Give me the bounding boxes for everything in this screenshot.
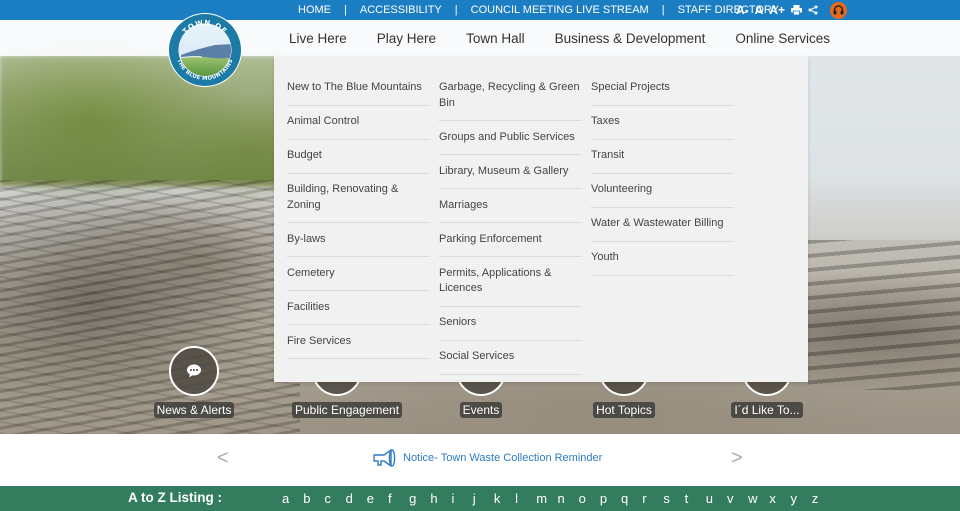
a-to-z-letter-m[interactable]: m (536, 491, 557, 506)
a-to-z-letter-b[interactable]: b (303, 491, 324, 506)
utility-tools: A- A A+ (736, 0, 848, 20)
menu-link-fire-services[interactable]: Fire Services (287, 325, 429, 359)
share-icon[interactable] (808, 5, 818, 15)
a-to-z-letter-p[interactable]: p (600, 491, 621, 506)
nav-item-business-development[interactable]: Business & Development (555, 31, 706, 46)
a-to-z-letter-c[interactable]: c (324, 491, 345, 506)
a-to-z-letter-z[interactable]: z (812, 491, 833, 506)
a-to-z-letter-r[interactable]: r (642, 491, 663, 506)
menu-link-animal-control[interactable]: Animal Control (287, 106, 429, 140)
utility-link-accessibility[interactable]: ACCESSIBILITY (360, 4, 442, 16)
a-to-z-letter-l[interactable]: l (515, 491, 536, 506)
a-to-z-letter-w[interactable]: w (748, 491, 769, 506)
live-here-mega-menu: New to The Blue Mountains Animal Control… (274, 56, 808, 382)
a-to-z-letter-e[interactable]: e (367, 491, 388, 506)
utility-link-home[interactable]: HOME (298, 4, 331, 16)
a-to-z-letter-s[interactable]: s (663, 491, 684, 506)
menu-link-cemetery[interactable]: Cemetery (287, 257, 429, 291)
normal-text-button[interactable]: A (755, 0, 764, 20)
separator: | (454, 4, 458, 16)
menu-link-garbage-recycling[interactable]: Garbage, Recycling & Green Bin (439, 72, 581, 121)
a-to-z-letter-y[interactable]: y (791, 491, 812, 506)
nav-item-play-here[interactable]: Play Here (377, 31, 436, 46)
menu-link-by-laws[interactable]: By-laws (287, 223, 429, 257)
menu-link-youth[interactable]: Youth (591, 242, 733, 276)
utility-link-live-stream[interactable]: COUNCIL MEETING LIVE STREAM (471, 4, 649, 16)
quick-link-label: Public Engagement (292, 402, 403, 418)
notice-prev-button[interactable]: < (217, 448, 229, 468)
a-to-z-letter-i[interactable]: i (452, 491, 473, 506)
a-to-z-letter-a[interactable]: a (282, 491, 303, 506)
notice-item[interactable]: Notice- Town Waste Collection Reminder (372, 448, 602, 468)
quick-link-news-alerts[interactable]: News & Alerts (149, 346, 239, 419)
listen-headphones-button[interactable] (830, 1, 848, 19)
nav-item-live-here[interactable]: Live Here (289, 31, 347, 46)
quick-link-label: News & Alerts (153, 402, 235, 418)
menu-link-social-services[interactable]: Social Services (439, 341, 581, 375)
a-to-z-letter-q[interactable]: q (621, 491, 642, 506)
increase-text-button[interactable]: A+ (769, 0, 785, 20)
separator: | (661, 4, 665, 16)
a-to-z-letter-d[interactable]: d (346, 491, 367, 506)
a-to-z-letter-h[interactable]: h (430, 491, 451, 506)
menu-column-3: Special Projects Taxes Transit Volunteer… (591, 72, 733, 276)
menu-link-new-to-tbm[interactable]: New to The Blue Mountains (287, 72, 429, 106)
nav-item-town-hall[interactable]: Town Hall (466, 31, 525, 46)
separator: | (344, 4, 347, 16)
menu-link-transit[interactable]: Transit (591, 140, 733, 174)
menu-link-permits-licences[interactable]: Permits, Applications & Licences (439, 257, 581, 307)
a-to-z-letters: abcdefghijklmnopqrstuvwxyz (282, 491, 833, 506)
a-to-z-letter-t[interactable]: t (685, 491, 706, 506)
quick-link-label: I´d Like To... (731, 402, 803, 418)
a-to-z-letter-k[interactable]: k (494, 491, 515, 506)
quick-link-label: Events (459, 402, 503, 418)
town-logo[interactable]: TOWN OF THE BLUE MOUNTAINS (167, 11, 243, 89)
a-to-z-letter-f[interactable]: f (388, 491, 409, 506)
menu-link-marriages[interactable]: Marriages (439, 189, 581, 223)
a-to-z-letter-o[interactable]: o (579, 491, 600, 506)
main-navigation: Live Here Play Here Town Hall Business &… (0, 20, 960, 56)
quick-link-label: Hot Topics (593, 402, 655, 418)
chat-bubble-icon (187, 364, 201, 378)
notice-next-button[interactable]: > (731, 448, 743, 468)
menu-column-2: Garbage, Recycling & Green Bin Groups an… (439, 72, 581, 375)
utility-bar: HOME | ACCESSIBILITY | COUNCIL MEETING L… (0, 0, 960, 20)
menu-link-building-zoning[interactable]: Building, Renovating & Zoning (287, 174, 429, 223)
menu-link-water-billing[interactable]: Water & Wastewater Billing (591, 208, 733, 242)
menu-link-facilities[interactable]: Facilities (287, 291, 429, 325)
menu-link-special-projects[interactable]: Special Projects (591, 72, 733, 106)
a-to-z-letter-u[interactable]: u (706, 491, 727, 506)
notice-link[interactable]: Notice- Town Waste Collection Reminder (403, 452, 602, 464)
menu-link-library-museum[interactable]: Library, Museum & Gallery (439, 155, 581, 189)
print-icon[interactable] (791, 5, 803, 15)
megaphone-icon (373, 449, 396, 467)
nav-item-online-services[interactable]: Online Services (735, 31, 830, 46)
menu-column-1: New to The Blue Mountains Animal Control… (287, 72, 429, 359)
a-to-z-letter-n[interactable]: n (557, 491, 578, 506)
a-to-z-bar: A to Z Listing : abcdefghijklmnopqrstuvw… (0, 486, 960, 511)
a-to-z-letter-v[interactable]: v (727, 491, 748, 506)
menu-link-groups-public-services[interactable]: Groups and Public Services (439, 121, 581, 155)
a-to-z-letter-x[interactable]: x (769, 491, 790, 506)
menu-link-budget[interactable]: Budget (287, 140, 429, 174)
notice-bar: < Notice- Town Waste Collection Reminder… (0, 434, 960, 486)
menu-link-taxes[interactable]: Taxes (591, 106, 733, 140)
hero-shore (808, 240, 960, 390)
menu-link-parking-enforcement[interactable]: Parking Enforcement (439, 223, 581, 257)
menu-link-volunteering[interactable]: Volunteering (591, 174, 733, 208)
decrease-text-button[interactable]: A- (736, 0, 749, 20)
a-to-z-letter-j[interactable]: j (473, 491, 494, 506)
menu-link-seniors[interactable]: Seniors (439, 307, 581, 341)
headphones-icon (833, 5, 844, 15)
utility-links: HOME | ACCESSIBILITY | COUNCIL MEETING L… (298, 0, 779, 20)
a-to-z-letter-g[interactable]: g (409, 491, 430, 506)
a-to-z-title: A to Z Listing : (128, 490, 222, 505)
